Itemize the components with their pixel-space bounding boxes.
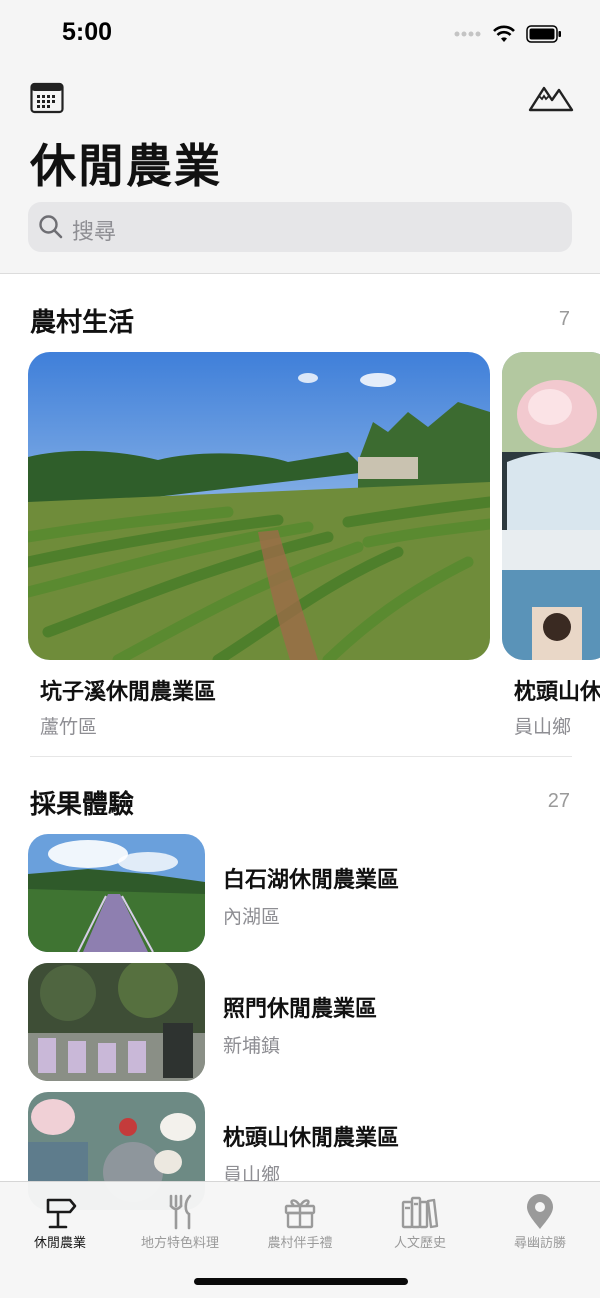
tab-label: 尋幽訪勝	[513, 1236, 566, 1251]
tab-label: 地方特色料理	[140, 1236, 219, 1251]
tab-souvenirs[interactable]: 農村伴手禮	[240, 1182, 360, 1262]
row-thumbnail-garden	[28, 963, 205, 1081]
card-name: 枕頭山休	[514, 680, 600, 705]
list-item-baishihu[interactable]: 白石湖休閒農業區 內湖區	[28, 834, 572, 952]
gift-icon	[284, 1199, 316, 1229]
featured-card-kengzixi[interactable]: 坑子溪休閒農業區 蘆竹區	[28, 352, 490, 744]
tab-leisure-farming[interactable]: 休閒農業	[0, 1182, 120, 1262]
tab-label: 人文歷史	[393, 1236, 446, 1251]
row-name: 照門休閒農業區	[223, 997, 378, 1022]
row-name: 白石湖休閒農業區	[223, 868, 400, 893]
tab-label: 農村伴手禮	[267, 1236, 333, 1251]
card-image-tea-fields	[28, 352, 490, 660]
mountain-icon	[528, 86, 574, 112]
search-icon	[39, 215, 63, 239]
signal-icon	[454, 31, 481, 37]
featured-card-zhentoushan[interactable]: 枕頭山休 員山鄉	[502, 352, 600, 744]
header-area: 5:00 休閒農業 搜尋	[0, 0, 600, 274]
wifi-icon	[493, 25, 515, 42]
signpost-icon	[46, 1198, 77, 1229]
tab-local-cuisine[interactable]: 地方特色料理	[120, 1182, 240, 1262]
row-area: 新埔鎮	[223, 1035, 281, 1057]
status-time: 5:00	[62, 18, 113, 46]
calendar-icon	[30, 82, 64, 114]
section-divider	[30, 756, 572, 757]
tab-label: 休閒農業	[33, 1236, 86, 1251]
status-icons	[454, 22, 562, 46]
row-area: 內湖區	[223, 906, 281, 928]
page-title: 休閒農業	[30, 139, 222, 193]
tab-culture-history[interactable]: 人文歷史	[360, 1182, 480, 1262]
search-placeholder: 搜尋	[72, 220, 117, 245]
home-indicator	[194, 1278, 408, 1285]
section-title-fruit-picking: 採果體驗	[30, 790, 135, 820]
card-area: 員山鄉	[514, 716, 572, 738]
section-count-rural-life: 7	[558, 308, 570, 330]
card-name: 坑子溪休閒農業區	[40, 680, 217, 705]
list-item-zhaomen[interactable]: 照門休閒農業區 新埔鎮	[28, 963, 572, 1081]
tab-scenic-spots[interactable]: 尋幽訪勝	[480, 1182, 600, 1262]
calendar-button[interactable]	[30, 82, 64, 114]
battery-icon	[526, 25, 561, 43]
status-bar: 5:00	[0, 0, 600, 68]
row-name: 枕頭山休閒農業區	[223, 1126, 400, 1151]
mountain-button[interactable]	[528, 80, 574, 114]
location-pin-icon	[527, 1194, 553, 1229]
card-image-farm-sign	[502, 352, 600, 660]
card-area: 蘆竹區	[40, 716, 98, 738]
fork-knife-icon	[169, 1194, 192, 1230]
books-icon	[401, 1196, 439, 1229]
section-count-fruit-picking: 27	[547, 790, 570, 812]
search-input[interactable]: 搜尋	[28, 202, 572, 252]
row-thumbnail-bridge	[28, 834, 205, 952]
section-title-rural-life: 農村生活	[30, 308, 135, 338]
